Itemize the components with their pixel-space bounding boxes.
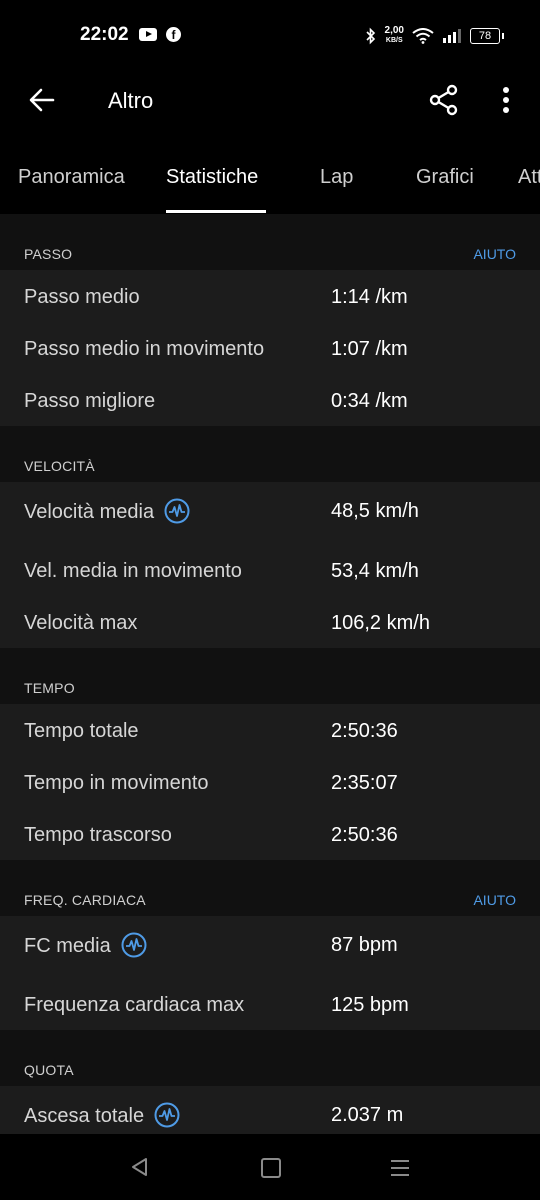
system-nav-bar [0,1134,540,1200]
status-bar: 22:02 f 2,00 KB/S 78 [0,0,540,72]
app-bar: Altro [0,72,540,128]
stat-label: Vel. media in movimento [24,560,242,582]
help-link[interactable]: AIUTO [473,892,516,908]
stat-label: Velocità max [24,612,138,634]
wifi-icon [412,28,434,44]
tab-panoramica[interactable]: Panoramica [18,166,125,189]
stat-value: 1:14 /km [331,286,408,308]
page-title: Altro [108,88,154,113]
section-freq-cardiaca: FC media 87 bpm Frequenza cardiaca max 1… [0,916,540,1030]
stat-value: 2:50:36 [331,824,398,846]
stat-row: Passo medio 1:14 /km [0,270,540,322]
share-icon[interactable] [428,84,460,116]
stat-row: Passo medio in movimento 1:07 /km [0,322,540,374]
section-passo: Passo medio 1:14 /km Passo medio in movi… [0,270,540,426]
section-header-quota: QUOTA [0,1030,540,1086]
active-tab-indicator [166,210,266,213]
nav-back-icon[interactable] [130,1157,150,1177]
facebook-icon: f [166,27,181,42]
stat-label: FC media [24,934,111,957]
stat-value: 2:50:36 [331,720,398,742]
stat-label: Velocità media [24,500,155,523]
stat-row: Vel. media in movimento 53,4 km/h [0,544,540,596]
nav-home-icon[interactable] [261,1158,281,1178]
battery-icon: 78 [470,28,504,44]
section-header-tempo: TEMPO [0,648,540,704]
nav-recents-icon[interactable] [390,1158,410,1178]
stat-value: 0:34 /km [331,390,408,412]
section-header-velocita: VELOCITÀ [0,426,540,482]
stat-label: Tempo totale [24,720,139,742]
chart-pulse-icon[interactable] [154,1102,180,1128]
stat-label-group: Ascesa totale [24,1102,180,1128]
stat-row: Tempo totale 2:50:36 [0,704,540,756]
stat-value: 125 bpm [331,994,409,1016]
bluetooth-icon [365,27,375,45]
status-right-group: 2,00 KB/S 78 [365,24,504,48]
section-title: FREQ. CARDIACA [24,892,146,908]
section-title: PASSO [24,246,73,262]
stat-row: Passo migliore 0:34 /km [0,374,540,426]
stat-label: Ascesa totale [24,1104,145,1127]
stats-content[interactable]: PASSO AIUTO Passo medio 1:14 /km Passo m… [0,214,540,1134]
more-options-icon[interactable] [494,84,518,116]
tab-attivita[interactable]: Att [518,166,540,189]
section-title: VELOCITÀ [24,458,95,474]
chart-pulse-icon[interactable] [164,498,190,524]
section-title: QUOTA [24,1062,74,1078]
tab-statistiche[interactable]: Statistiche [166,166,258,189]
tab-grafici[interactable]: Grafici [416,166,474,189]
stat-value: 53,4 km/h [331,560,419,582]
stat-value: 48,5 km/h [331,500,419,522]
stat-row: Velocità media 48,5 km/h [0,482,540,544]
stat-value: 87 bpm [331,934,398,956]
stat-label-group: Velocità media [24,498,190,524]
stat-value: 1:07 /km [331,338,408,360]
stat-label: Tempo in movimento [24,772,209,794]
network-speed-value: 2,00 [384,25,404,36]
back-arrow-icon[interactable] [26,84,58,116]
signal-icon [443,29,461,43]
stat-row: Tempo in movimento 2:35:07 [0,756,540,808]
status-time: 22:02 [80,24,129,45]
stat-label: Passo medio [24,286,140,308]
section-velocita: Velocità media 48,5 km/h Vel. media in m… [0,482,540,648]
stat-value: 106,2 km/h [331,612,430,634]
network-speed-unit: KB/S [385,37,403,44]
stat-label-group: FC media [24,932,147,958]
section-tempo: Tempo totale 2:50:36 Tempo in movimento … [0,704,540,860]
stat-value: 2.037 m [331,1104,404,1126]
stat-row: Ascesa totale 2.037 m [0,1086,540,1134]
stat-row: FC media 87 bpm [0,916,540,978]
section-title: TEMPO [24,680,75,696]
network-speed: 2,00 KB/S [385,26,404,46]
stat-label: Passo migliore [24,390,156,412]
stat-row: Velocità max 106,2 km/h [0,596,540,648]
tab-lap[interactable]: Lap [320,166,353,189]
stat-label: Frequenza cardiaca max [24,994,245,1016]
stat-row: Tempo trascorso 2:50:36 [0,808,540,860]
tab-bar: Panoramica Statistiche Lap Grafici Att [0,150,540,214]
section-quota: Ascesa totale 2.037 m [0,1086,540,1134]
section-header-freq-cardiaca: FREQ. CARDIACA AIUTO [0,860,540,916]
help-link[interactable]: AIUTO [473,246,516,262]
stat-row: Frequenza cardiaca max 125 bpm [0,978,540,1030]
stat-label: Tempo trascorso [24,824,172,846]
youtube-icon [139,28,157,41]
stat-value: 2:35:07 [331,772,398,794]
chart-pulse-icon[interactable] [121,932,147,958]
section-header-passo: PASSO AIUTO [0,214,540,270]
stat-label: Passo medio in movimento [24,338,265,360]
